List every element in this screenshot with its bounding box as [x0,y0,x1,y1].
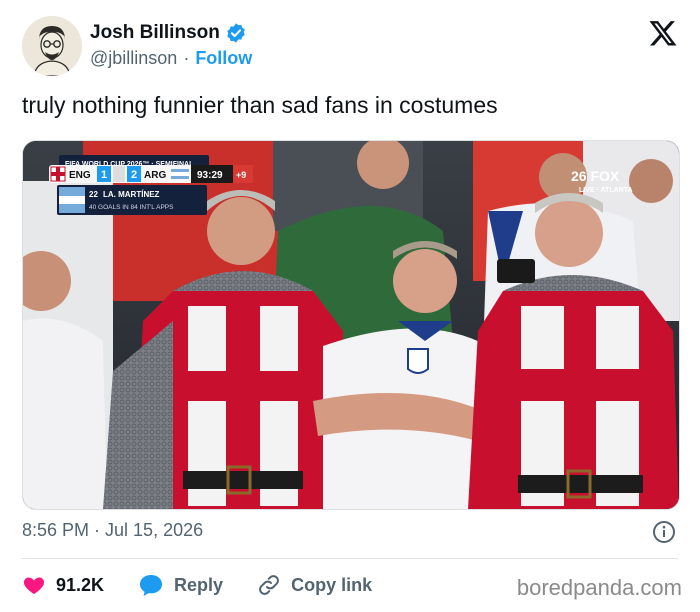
author-name[interactable]: Josh Billinson [90,22,220,44]
avatar-portrait-icon [22,16,82,76]
player-name: LA. MARTÍNEZ [103,190,160,199]
author-avatar[interactable] [22,16,82,76]
like-count: 91.2K [56,574,105,595]
added-time: +9 [236,170,246,180]
divider [22,558,678,559]
like-button[interactable]: 91.2K [22,573,104,597]
follow-button[interactable]: Follow [195,48,252,69]
author-handle[interactable]: @jbillinson [90,48,177,69]
x-logo-icon[interactable] [648,18,678,48]
author-name-row: Josh Billinson [90,22,247,44]
broadcaster-location: LIVE · ATLANTA [579,187,633,194]
stadium-fans-photo: FIFA WORLD CUP 2026™ · SEMIFINAL ENG 1 2… [23,141,679,509]
team1-name: ENG [69,170,91,181]
tweet-timestamp[interactable]: 8:56 PM · Jul 15, 2026 [22,520,203,541]
link-icon [259,575,279,595]
tweet-header: Josh Billinson @jbillinson · Follow [22,16,682,78]
team2-score: 2 [131,169,137,181]
info-icon[interactable] [652,520,676,544]
copy-link-button[interactable]: Copy link [257,573,372,597]
verified-badge-icon [227,23,245,43]
broadcaster-logo: 26 FOX [571,168,620,184]
heart-icon [23,577,45,594]
tweet-text: truly nothing funnier than sad fans in c… [22,92,498,118]
tweet-media-photo[interactable]: FIFA WORLD CUP 2026™ · SEMIFINAL ENG 1 2… [22,140,680,510]
handle-separator: · [183,48,190,68]
tweet-actions: 91.2K Reply Copy link [22,570,406,600]
author-handle-row: @jbillinson · Follow [90,48,252,69]
team1-score: 1 [101,169,107,181]
copy-link-label: Copy link [291,574,373,595]
player-stat: 40 GOALS IN 84 INT'L APPS [89,204,174,211]
reply-label: Reply [174,574,224,595]
reply-button[interactable]: Reply [138,573,223,597]
reply-bubble-icon [140,575,163,596]
watermark: boredpanda.com [516,575,682,600]
player-number: 22 [89,190,98,199]
team2-name: ARG [144,170,166,181]
match-clock: 93:29 [197,170,223,181]
